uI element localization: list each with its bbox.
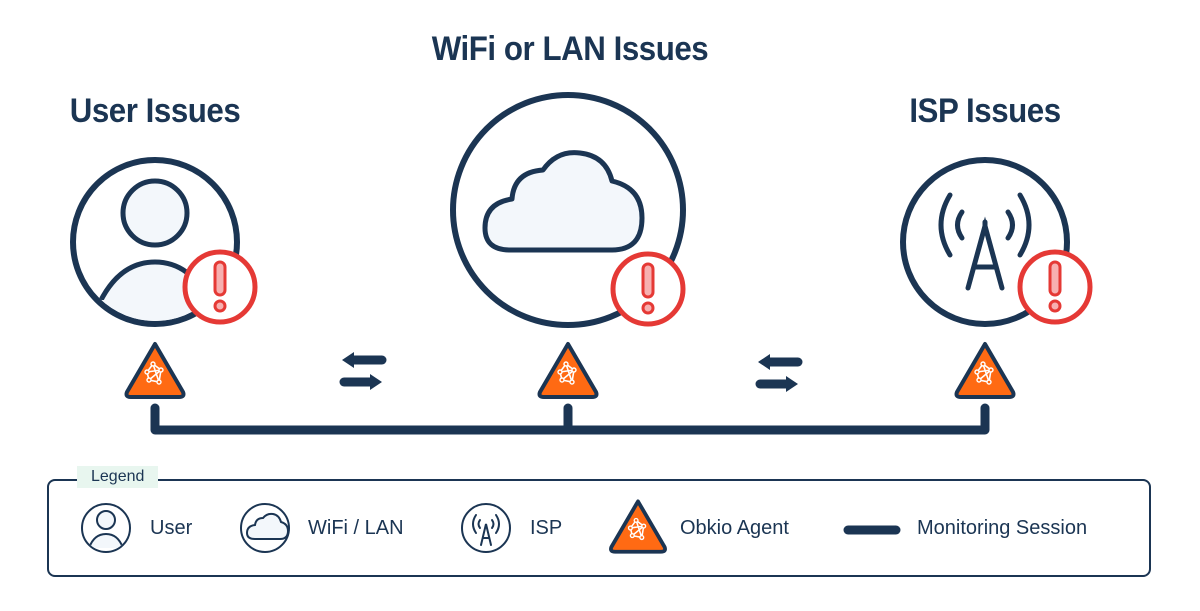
legend-user-icon [81,503,131,553]
legend-label-user: User [150,517,193,539]
legend-label-monitoring-session: Monitoring Session [917,517,1088,539]
legend-label-wifi-lan: WiFi / LAN [308,517,404,539]
legend-label-isp: ISP [530,517,563,539]
legend-cloud-icon [240,503,290,553]
legend-agent-icon [609,499,667,554]
legend-antenna-icon [461,503,511,553]
legend-label-obkio-agent: Obkio Agent [680,517,789,539]
